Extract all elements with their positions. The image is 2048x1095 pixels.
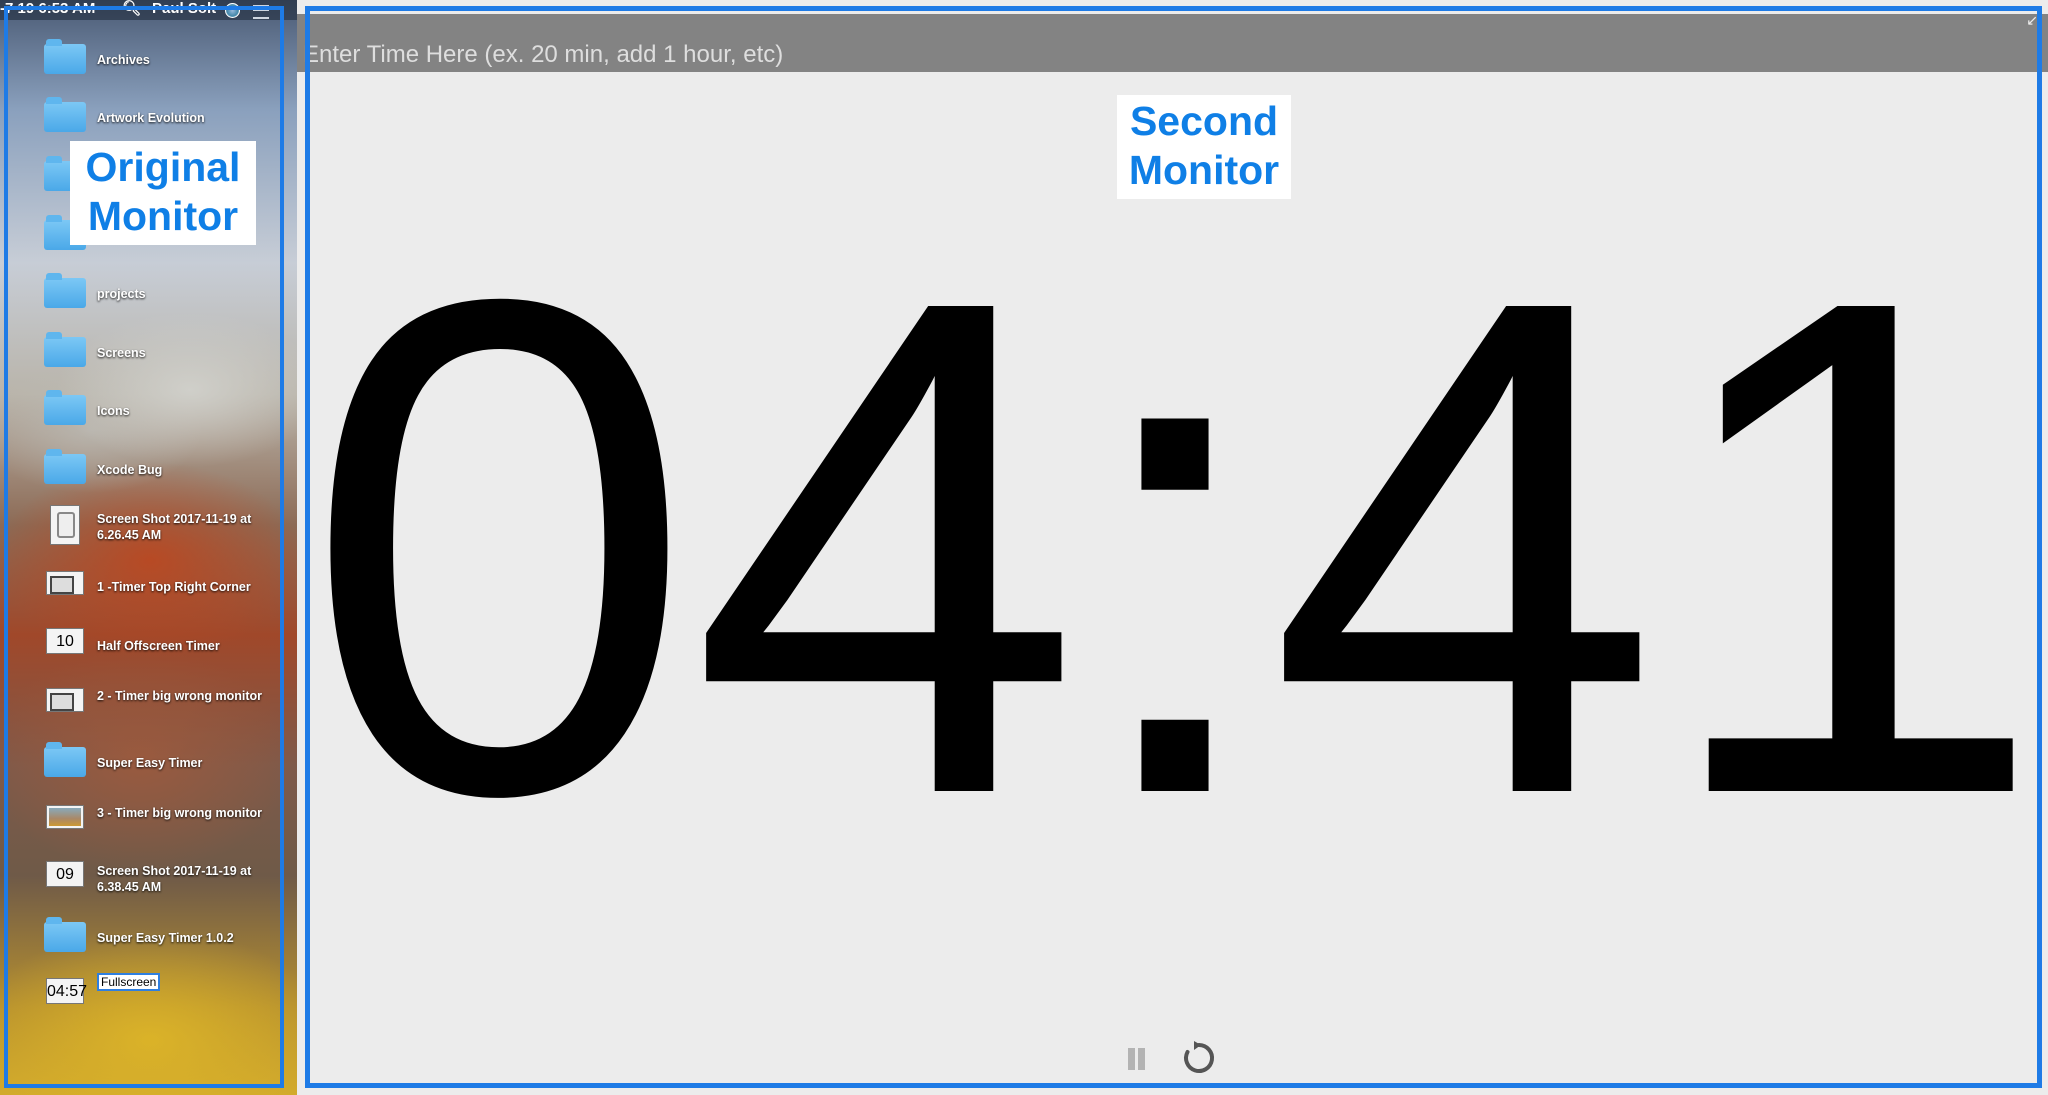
time-entry-bar — [297, 14, 2048, 72]
desktop-item-label: Half Offscreen Timer — [97, 639, 220, 653]
folder-icon[interactable] — [44, 741, 86, 777]
folder-shape — [44, 449, 86, 484]
desktop-item-label: projects — [97, 287, 146, 301]
screenshot-file-icon[interactable]: 04:57 — [44, 974, 88, 1008]
thumbnail: 09 — [46, 861, 84, 887]
folder-shape — [44, 390, 86, 425]
siri-icon[interactable] — [225, 3, 240, 18]
reset-button[interactable] — [1181, 1040, 1217, 1076]
countdown-display: 04:41 — [302, 154, 2047, 941]
original-monitor-label-line1: Original — [85, 144, 241, 190]
screenshot-file-icon[interactable] — [44, 505, 86, 545]
reset-icon — [1184, 1041, 1215, 1073]
thumbnail-content — [50, 693, 74, 711]
folder-icon[interactable] — [44, 916, 86, 952]
spotlight-search-icon[interactable]: 🔍︎ — [122, 0, 141, 17]
screenshot-file-icon[interactable]: 10 — [44, 624, 86, 658]
timer-controls — [1127, 1040, 1247, 1080]
desktop-item-label: Icons — [97, 404, 130, 418]
desktop-item-label: Screen Shot 2017-11-19 at 6.26.45 AM — [97, 512, 252, 542]
screenshot-file-icon[interactable] — [44, 799, 86, 833]
folder-shape — [44, 917, 86, 952]
folder-icon[interactable] — [44, 331, 86, 367]
desktop-item-label: Xcode Bug — [97, 463, 163, 477]
pause-button[interactable] — [1127, 1048, 1147, 1070]
thumbnail — [46, 805, 84, 829]
folder-icon[interactable] — [44, 272, 86, 308]
folder-shape — [44, 332, 86, 367]
original-monitor-label: Original Monitor — [70, 141, 256, 245]
desktop-item-label: Screens — [97, 346, 146, 360]
thumbnail-text: 04:57 — [47, 983, 88, 1000]
thumbnail-content — [50, 576, 74, 594]
original-monitor-label-line2: Monitor — [87, 193, 239, 240]
thumbnail: 10 — [46, 628, 84, 654]
desktop-item-label: Screen Shot 2017-11-19 at 6.38.45 AM — [97, 864, 252, 894]
screenshot-file-icon[interactable] — [44, 565, 86, 599]
desktop-item-label: Artwork Evolution — [97, 111, 205, 125]
notification-center-icon[interactable] — [253, 5, 269, 19]
thumbnail — [46, 571, 84, 595]
desktop-item-label: 2 - Timer big wrong monitor — [97, 689, 263, 703]
folder-icon[interactable] — [44, 389, 86, 425]
thumbnail-text: 10 — [56, 633, 74, 650]
folder-shape — [44, 273, 86, 308]
desktop-item-label: Super Easy Timer — [97, 756, 203, 770]
menu-user-name[interactable]: Paul Solt — [152, 0, 216, 17]
desktop-item-label: Super Easy Timer 1.0.2 — [97, 931, 234, 945]
menu-clock[interactable]: -7 19 6:53 AM — [0, 0, 95, 17]
desktop: -7 19 6:53 AM 🔍︎ Paul Solt Archives Artwo… — [0, 0, 297, 1095]
timer-window: ↙ Second Monitor 04:41 — [297, 0, 2048, 1095]
thumbnail: 04:57 — [46, 978, 88, 1004]
folder-icon[interactable] — [44, 38, 86, 74]
folder-shape — [44, 742, 86, 777]
time-entry-input[interactable] — [301, 40, 1705, 70]
screenshot-file-icon[interactable]: 09 — [44, 857, 86, 891]
folder-icon[interactable] — [44, 448, 86, 484]
desktop-item-label: Archives — [97, 53, 150, 67]
folder-icon[interactable] — [44, 96, 86, 132]
thumbnail — [46, 688, 84, 712]
thumbnail-text: 09 — [56, 866, 74, 883]
folder-shape — [44, 97, 86, 132]
screenshot-file-icon[interactable] — [44, 682, 86, 716]
thumbnail — [50, 505, 80, 545]
exit-fullscreen-icon[interactable]: ↙ — [2026, 12, 2038, 29]
thumbnail-content — [57, 512, 75, 538]
desktop-item-label: 1 -Timer Top Right Corner — [97, 580, 251, 594]
thumbnail-content — [49, 808, 81, 826]
folder-shape — [44, 39, 86, 74]
menu-bar: -7 19 6:53 AM 🔍︎ Paul Solt — [0, 0, 297, 20]
desktop-item-rename-field[interactable]: Fullscreen — [97, 973, 161, 991]
desktop-item-label: 3 - Timer big wrong monitor — [97, 806, 263, 820]
second-monitor-label-line1: Second — [1129, 98, 1279, 144]
